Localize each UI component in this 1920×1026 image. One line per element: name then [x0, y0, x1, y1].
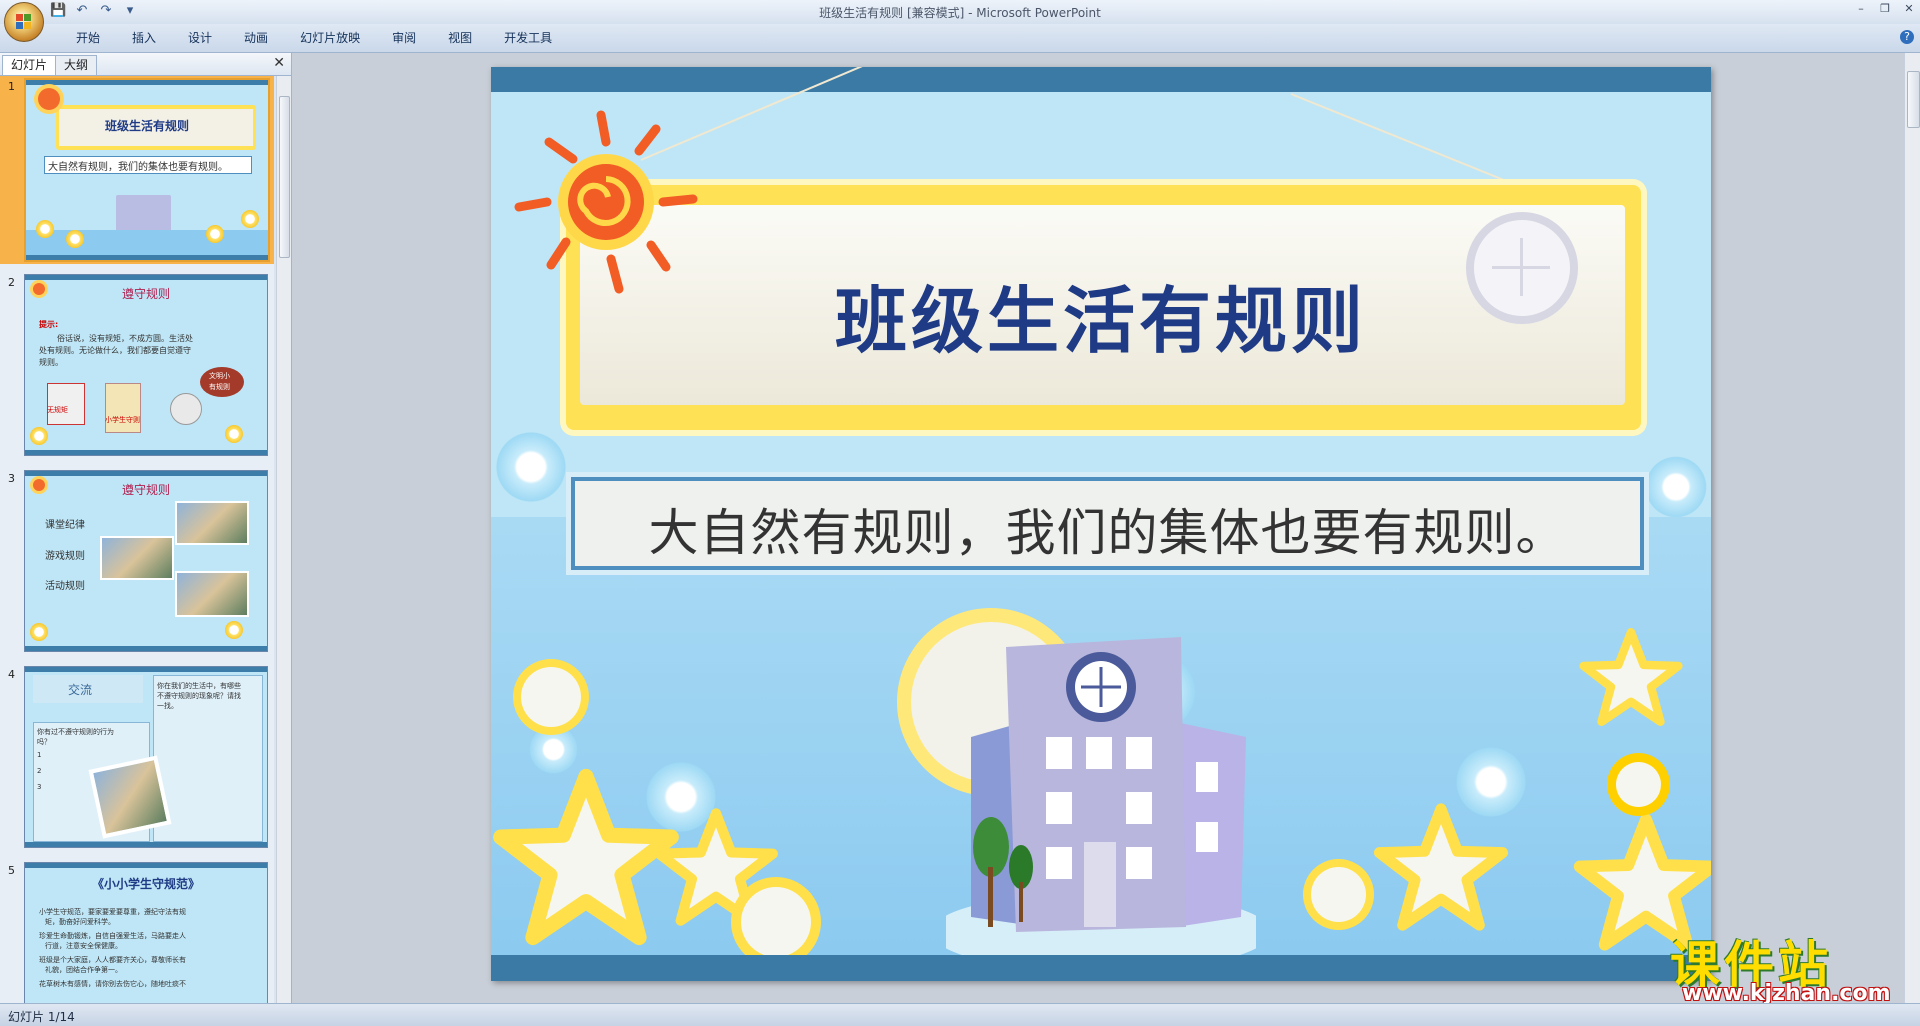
ring-decoration	[1616, 762, 1661, 807]
office-button[interactable]	[4, 2, 44, 42]
scrollbar-thumb[interactable]	[1907, 71, 1920, 128]
slide-number: 2	[8, 276, 15, 289]
tab-home[interactable]: 开始	[60, 30, 116, 46]
ring-decoration	[741, 887, 811, 957]
window-title: 班级生活有规则 [兼容模式] - Microsoft PowerPoint	[819, 6, 1101, 20]
photo-thumbnail	[88, 755, 172, 839]
subtitle-box[interactable]: 大自然有规则，我们的集体也要有规则。	[571, 477, 1644, 570]
slide-preview: 班级生活有规则 大自然有规则，我们的集体也要有规则。	[24, 78, 270, 262]
tab-slideshow[interactable]: 幻灯片放映	[284, 30, 376, 46]
slide-preview: 遵守规则 课堂纪律 游戏规则 活动规则	[24, 470, 268, 652]
slide-preview: 《小小学生守规范》 小学生守规范，要家要爱要尊重，遵纪守法有规 矩，勤奋好问爱科…	[24, 862, 268, 1003]
tab-developer[interactable]: 开发工具	[488, 30, 568, 46]
help-icon[interactable]: ?	[1900, 30, 1914, 44]
ribbon-tab-bar: 开始 插入 设计 动画 幻灯片放映 审阅 视图 开发工具 ?	[0, 24, 1920, 53]
thumb-title: 交流	[67, 683, 92, 697]
photo-thumbnail	[175, 571, 249, 617]
pane-close-icon[interactable]: ✕	[273, 55, 285, 71]
slide-canvas[interactable]: 班级生活有规则 大自然有规则，我们的集体也要有规则。	[491, 67, 1711, 981]
slide-title[interactable]: 班级生活有规则	[491, 262, 1711, 367]
school-building-icon	[946, 637, 1256, 957]
thumb-title: 遵守规则	[121, 483, 170, 497]
slide-indicator: 幻灯片 1/14	[8, 1010, 75, 1024]
window-controls: – ❐ ✕	[1854, 2, 1916, 16]
slide-preview: 遵守规则 提示: 俗话说，没有规矩，不成方圆。生活处 处有规则。无论做什么，我们…	[24, 274, 268, 456]
slide-number: 3	[8, 472, 15, 485]
title-bar: 💾 ↶ ↷ ▾ 班级生活有规则 [兼容模式] - Microsoft Power…	[0, 0, 1920, 42]
thumbnail-scrollbar[interactable]	[276, 76, 291, 1003]
slide-number: 5	[8, 864, 15, 877]
tab-outline[interactable]: 大纲	[55, 55, 98, 75]
tab-view[interactable]: 视图	[432, 30, 488, 46]
close-icon[interactable]: ✕	[1902, 2, 1916, 16]
tab-design[interactable]: 设计	[172, 30, 228, 46]
tab-review[interactable]: 审阅	[376, 30, 432, 46]
office-logo-icon	[16, 14, 32, 30]
photo-thumbnail	[100, 536, 174, 580]
slides-pane: 幻灯片 大纲 ✕ 1 班级生活有规则 大自然有规则，我们的集体也要有规则。 2 …	[0, 53, 292, 1003]
slide-preview: 交流 你在我们的生活中，有哪些 不遵守规则的现象呢？请找 一找。 你有过不遵守规…	[24, 666, 268, 848]
slide-thumbnail-list: 1 班级生活有规则 大自然有规则，我们的集体也要有规则。 2 遵守规则 提示: …	[0, 76, 274, 1003]
slide-thumbnail-2[interactable]: 2 遵守规则 提示: 俗话说，没有规矩，不成方圆。生活处 处有规则。无论做什么，…	[0, 272, 274, 460]
photo-thumbnail	[175, 501, 249, 545]
minimize-icon[interactable]: –	[1854, 2, 1868, 16]
scrollbar-thumb[interactable]	[279, 96, 290, 258]
ring-decoration	[1311, 867, 1366, 922]
slide-number: 4	[8, 668, 15, 681]
slide-thumbnail-3[interactable]: 3 遵守规则 课堂纪律 游戏规则 活动规则	[0, 468, 274, 656]
tab-insert[interactable]: 插入	[116, 30, 172, 46]
watermark-logo: 课件站 www.kjzhan.com	[1670, 925, 1910, 1006]
pane-tabs: 幻灯片 大纲 ✕	[0, 53, 291, 76]
slide-thumbnail-4[interactable]: 4 交流 你在我们的生活中，有哪些 不遵守规则的现象呢？请找 一找。 你有过不遵…	[0, 664, 274, 852]
slide-bottom-band	[491, 955, 1711, 981]
status-bar: 幻灯片 1/14	[0, 1003, 1920, 1026]
star-decoration	[1373, 803, 1509, 931]
thumb-title: 遵守规则	[121, 287, 170, 301]
slide-thumbnail-5[interactable]: 5 《小小学生守规范》 小学生守规范，要家要爱要尊重，遵纪守法有规 矩，勤奋好问…	[0, 860, 274, 1003]
thumb-title: 《小小学生守规范》	[91, 877, 200, 891]
flower-decoration	[1641, 452, 1711, 522]
thumb-title: 班级生活有规则	[104, 119, 189, 133]
slide-top-band	[491, 67, 1711, 92]
slide-subtitle[interactable]: 大自然有规则，我们的集体也要有规则。	[575, 493, 1640, 565]
slide-thumbnail-1[interactable]: 1 班级生活有规则 大自然有规则，我们的集体也要有规则。	[0, 76, 274, 264]
ring-decoration	[521, 667, 581, 727]
slide-scrollbar[interactable]	[1904, 53, 1920, 1003]
slide-number: 1	[8, 80, 15, 93]
star-decoration	[1579, 628, 1683, 726]
flower-decoration	[491, 427, 571, 507]
tab-animations[interactable]: 动画	[228, 30, 284, 46]
restore-icon[interactable]: ❐	[1878, 2, 1892, 16]
tab-slides[interactable]: 幻灯片	[2, 55, 57, 75]
